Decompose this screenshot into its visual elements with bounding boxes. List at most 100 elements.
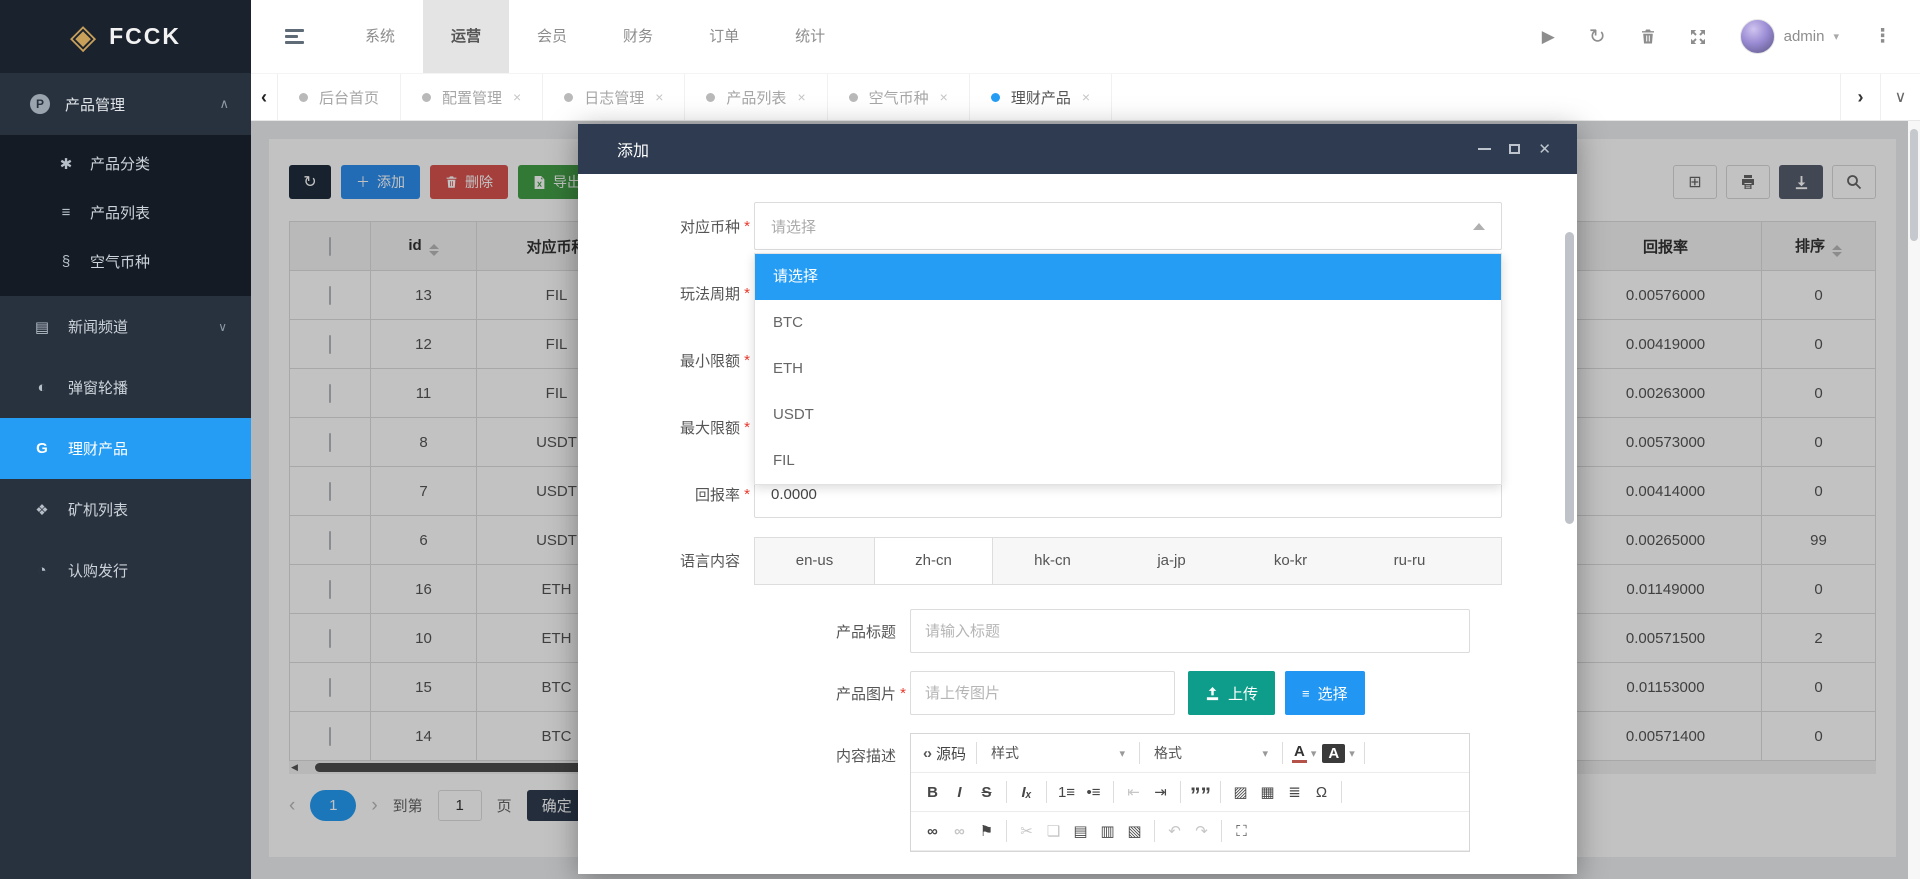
menu-stats[interactable]: 统计 [767,0,853,73]
option-fil[interactable]: FIL [755,438,1501,484]
dialog-scrollbar-thumb[interactable] [1565,232,1574,524]
sidebar-item-product-list[interactable]: ≡ 产品列表 [0,188,251,237]
tab-config[interactable]: 配置管理 × [401,74,543,120]
style-select[interactable]: 样式 ▾ [983,743,1133,763]
menu-member[interactable]: 会员 [509,0,595,73]
lang-tab-en-us[interactable]: en-us [755,538,874,584]
toolbar-separator[interactable] [1221,820,1222,842]
dialog-body: 对应币种 * 请选择 玩法周期 * 最小限额 * [578,174,1577,874]
dialog-window-controls: ✕ [1478,140,1551,158]
tab-close-icon[interactable]: × [1082,89,1090,105]
lang-tab-ko-kr[interactable]: ko-kr [1231,538,1350,584]
vertical-scrollbar[interactable] [1908,121,1920,879]
paste-word-icon[interactable]: ▧ [1121,817,1148,845]
undo-icon[interactable]: ↶ [1161,817,1188,845]
option-please-select[interactable]: 请选择 [755,254,1501,300]
sidebar-item-news-channel[interactable]: ▤ 新闻频道 ∨ [0,296,251,357]
sidebar-item-popup-carousel[interactable]: ◐ 弹窗轮播 [0,357,251,418]
paste-text-icon[interactable]: ▥ [1094,817,1121,845]
sidebar-toggle-icon[interactable] [251,29,337,44]
table-icon[interactable]: ▦ [1254,778,1281,806]
tab-finance-product[interactable]: 理财产品 × [970,74,1112,120]
menu-finance[interactable]: 财务 [595,0,681,73]
toolbar-separator[interactable] [1113,781,1114,803]
sidebar-item-finance-product[interactable]: G 理财产品 [0,418,251,479]
lang-tab-hk-cn[interactable]: hk-cn [993,538,1112,584]
tabs-scroll-right-icon[interactable]: › [1840,74,1880,120]
refresh-icon[interactable]: ↻ [1589,24,1606,49]
sidebar-group-product-management[interactable]: P 产品管理 ∧ [0,73,251,135]
toolbar-separator[interactable] [1341,781,1342,803]
tab-air-coin[interactable]: 空气币种 × [828,74,970,120]
sidebar-item-miner-list[interactable]: ❖ 矿机列表 [0,479,251,540]
upload-button[interactable]: 上传 [1188,671,1275,715]
tab-close-icon[interactable]: × [655,89,663,105]
anchor-icon[interactable]: ⚑ [973,817,1000,845]
product-title-input[interactable] [910,609,1470,653]
maximize-icon[interactable] [1509,144,1520,154]
vertical-scrollbar-thumb[interactable] [1910,129,1918,241]
menu-order[interactable]: 订单 [681,0,767,73]
lang-tab-zh-cn[interactable]: zh-cn [874,538,993,584]
choose-button[interactable]: ≡ 选择 [1285,671,1365,715]
lang-tab-ru-ru[interactable]: ru-ru [1350,538,1469,584]
menu-system[interactable]: 系统 [337,0,423,73]
toolbar-separator[interactable] [1220,781,1221,803]
fullscreen-icon[interactable] [1690,29,1706,45]
copy-icon[interactable]: ❏ [1040,817,1067,845]
toolbar-separator[interactable] [1046,781,1047,803]
cut-icon[interactable]: ✂ [1013,817,1040,845]
option-usdt[interactable]: USDT [755,392,1501,438]
trash-icon[interactable] [1640,28,1656,45]
tab-log[interactable]: 日志管理 × [543,74,685,120]
lang-tab-ja-jp[interactable]: ja-jp [1112,538,1231,584]
unordered-list-icon[interactable]: •≡ [1080,778,1107,806]
sidebar-item-product-category[interactable]: ✱ 产品分类 [0,139,251,188]
indent-icon[interactable]: ⇥ [1147,778,1174,806]
run-icon[interactable]: ▶ [1542,27,1555,47]
tabs-menu-icon[interactable]: ∨ [1880,74,1920,120]
tab-close-icon[interactable]: × [940,89,948,105]
tab-close-icon[interactable]: × [797,89,805,105]
ordered-list-icon[interactable]: 1≡ [1053,778,1080,806]
outdent-icon[interactable]: ⇤ [1120,778,1147,806]
toolbar-separator[interactable] [1006,781,1007,803]
more-options-icon[interactable]: ⋮ [1873,25,1892,48]
text-color-icon[interactable]: A▾ [1289,739,1319,767]
omega-icon[interactable]: Ω [1308,778,1335,806]
format-select[interactable]: 格式 ▾ [1146,743,1276,763]
source-button[interactable]: ‹› 源码 [919,743,970,764]
required-star: * [740,419,754,436]
image-icon[interactable]: ▨ [1227,778,1254,806]
maximize-icon[interactable]: ⛶ [1228,817,1255,845]
unlink-icon[interactable]: ∞ [946,817,973,845]
option-btc[interactable]: BTC [755,300,1501,346]
tab-home[interactable]: 后台首页 [278,74,401,120]
bg-color-icon[interactable]: A▾ [1319,739,1357,767]
tabs-scroll-left-icon[interactable]: ‹ [251,74,278,120]
toolbar-separator[interactable] [1006,820,1007,842]
sidebar-item-air-coin[interactable]: § 空气币种 [0,237,251,286]
blockquote-icon[interactable]: ”” [1187,778,1214,806]
tab-close-icon[interactable]: × [513,89,521,105]
menu-operation[interactable]: 运营 [423,0,509,73]
sidebar-item-subscription-issue[interactable]: ◔ 认购发行 [0,540,251,601]
user-menu[interactable]: admin ▾ [1740,19,1839,54]
redo-icon[interactable]: ↷ [1188,817,1215,845]
select-value: 请选择 [771,216,816,237]
bold-icon[interactable]: B [919,778,946,806]
remove-format-icon[interactable]: Iₓ [1013,778,1040,806]
paste-icon[interactable]: ▤ [1067,817,1094,845]
option-eth[interactable]: ETH [755,346,1501,392]
product-image-input[interactable] [910,671,1175,715]
toolbar-separator[interactable] [1154,820,1155,842]
link-icon[interactable]: ∞ [919,817,946,845]
tab-product-list[interactable]: 产品列表 × [685,74,827,120]
italic-icon[interactable]: I [946,778,973,806]
close-icon[interactable]: ✕ [1538,140,1551,158]
coin-select[interactable]: 请选择 [754,202,1502,250]
toolbar-separator[interactable] [1180,781,1181,803]
hr-icon[interactable]: ≣ [1281,778,1308,806]
minimize-icon[interactable] [1478,148,1491,150]
strikethrough-icon[interactable]: S [973,778,1000,806]
